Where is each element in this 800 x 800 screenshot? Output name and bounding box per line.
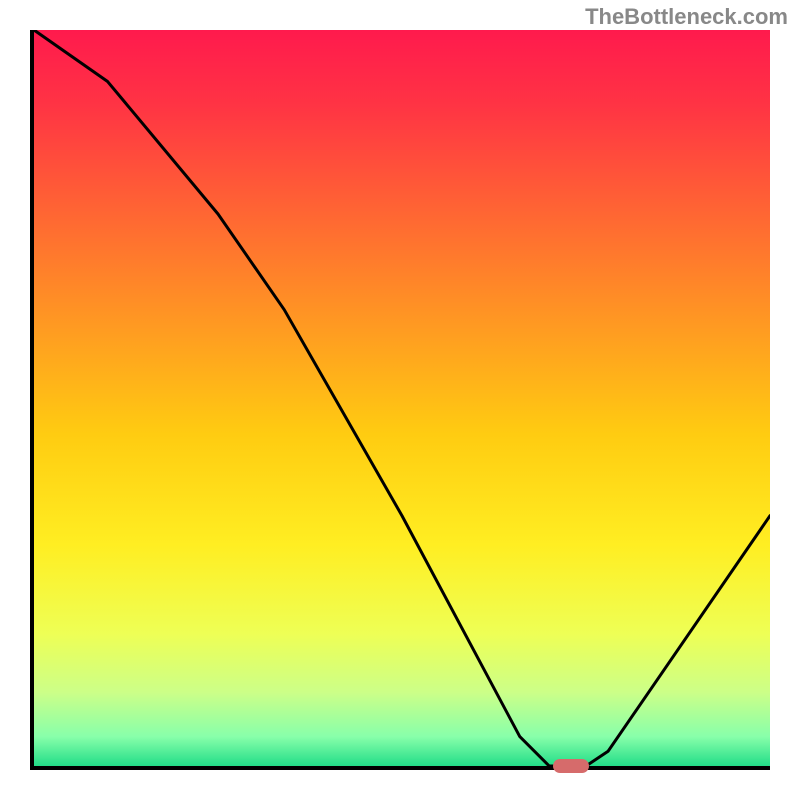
- gradient-background: [34, 30, 770, 766]
- watermark-text: TheBottleneck.com: [585, 4, 788, 30]
- plot-area: [30, 30, 770, 770]
- optimal-marker: [553, 759, 589, 773]
- chart-container: TheBottleneck.com: [0, 0, 800, 800]
